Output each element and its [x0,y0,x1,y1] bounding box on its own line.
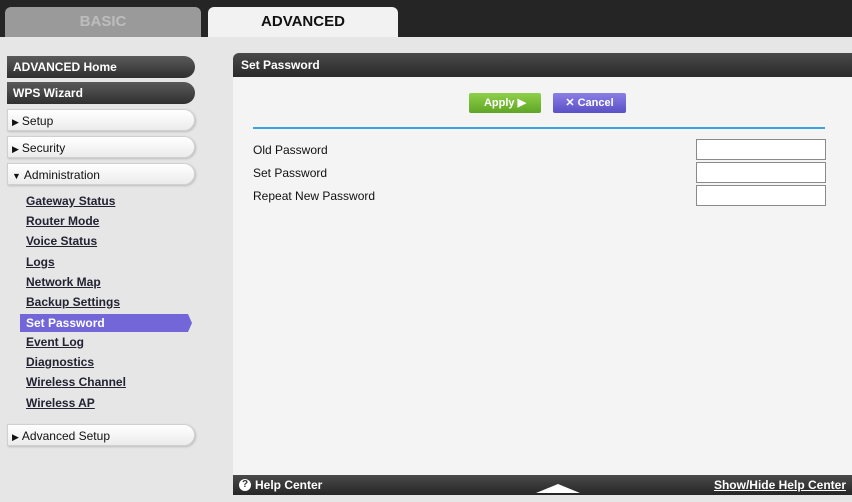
sidebar-security-label: Security [21,141,66,155]
set-password-field[interactable] [696,162,826,183]
help-center-label[interactable]: Help Center [255,475,322,495]
apply-button[interactable]: Apply ▶ [469,93,541,113]
sidebar-link-set-password-label: Set Password [26,316,105,330]
set-password-label: Set Password [253,166,328,180]
help-center-bar: ? Help Center Show/Hide Help Center [233,475,852,495]
sidebar-link-logs[interactable]: Logs [26,253,55,271]
repeat-password-field[interactable] [696,185,826,206]
sidebar-link-wireless-ap[interactable]: Wireless AP [26,394,95,412]
old-password-label: Old Password [253,143,328,157]
show-hide-help-center-link[interactable]: Show/Hide Help Center [714,475,846,495]
sidebar-link-diagnostics[interactable]: Diagnostics [26,353,94,371]
sidebar-advanced-home[interactable]: ADVANCED Home [7,56,195,78]
top-tab-bar: BASIC ADVANCED [0,0,852,37]
sidebar-link-router-mode[interactable]: Router Mode [26,212,99,230]
cancel-button[interactable]: ✕ Cancel [553,93,626,113]
panel-body [233,77,852,475]
sidebar-administration[interactable]: ▼ Administration [7,163,195,185]
sidebar-wps-wizard[interactable]: WPS Wizard [7,82,195,104]
sidebar-administration-label: Administration [23,168,100,182]
help-icon[interactable]: ? [239,479,251,491]
page-title: Set Password [233,53,852,77]
tab-advanced[interactable]: ADVANCED [208,7,398,37]
sidebar-link-network-map[interactable]: Network Map [26,273,101,291]
repeat-password-label: Repeat New Password [253,189,376,203]
sidebar-security[interactable]: ▶ Security [7,136,195,158]
sidebar-link-event-log[interactable]: Event Log [26,333,84,351]
sidebar-setup[interactable]: ▶ Setup [7,109,195,131]
sidebar-link-backup-settings[interactable]: Backup Settings [26,293,120,311]
sidebar-link-set-password[interactable]: Set Password [20,314,192,332]
triangle-right-icon: ▶ [12,144,19,154]
sidebar-link-voice-status[interactable]: Voice Status [26,232,97,250]
triangle-right-icon: ▶ [12,117,19,127]
tab-basic[interactable]: BASIC [5,7,201,37]
triangle-right-icon: ▶ [12,432,19,442]
sidebar-advanced-setup[interactable]: ▶ Advanced Setup [7,424,195,446]
old-password-field[interactable] [696,139,826,160]
expand-arrow-icon[interactable] [536,484,580,493]
sidebar-link-gateway-status[interactable]: Gateway Status [26,192,115,210]
divider [253,127,825,129]
sidebar-advanced-setup-label: Advanced Setup [21,429,110,443]
triangle-down-icon: ▼ [12,171,21,181]
sidebar-setup-label: Setup [21,114,54,128]
sidebar-link-wireless-channel[interactable]: Wireless Channel [26,373,126,391]
